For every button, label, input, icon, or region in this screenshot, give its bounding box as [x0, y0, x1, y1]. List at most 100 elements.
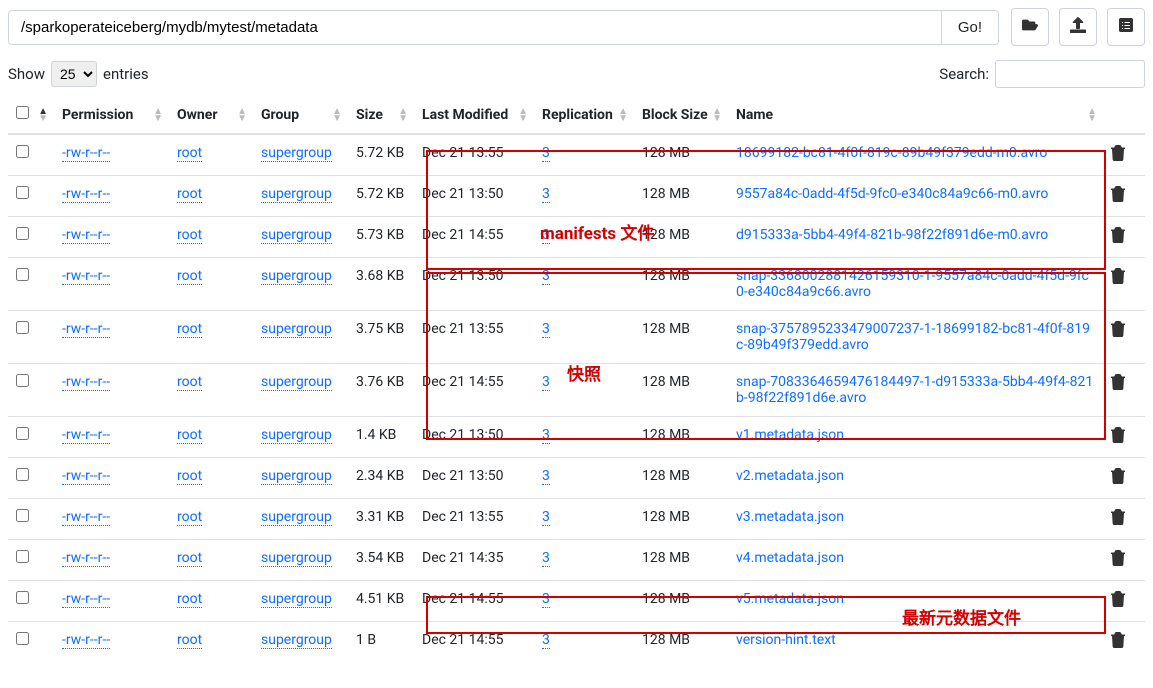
permission-link[interactable]: -rw-r--r-- — [62, 509, 110, 526]
owner-link[interactable]: root — [177, 321, 202, 338]
path-input[interactable] — [9, 11, 941, 44]
group-link[interactable]: supergroup — [261, 427, 332, 444]
replication-link[interactable]: 3 — [542, 227, 550, 244]
group-link[interactable]: supergroup — [261, 591, 332, 608]
row-checkbox[interactable] — [16, 268, 29, 281]
col-name[interactable]: Name▲▼ — [728, 96, 1103, 134]
owner-link[interactable]: root — [177, 374, 202, 391]
entries-select[interactable]: 25 — [51, 61, 97, 87]
row-checkbox[interactable] — [16, 186, 29, 199]
col-block-size[interactable]: Block Size▲▼ — [634, 96, 728, 134]
replication-link[interactable]: 3 — [542, 509, 550, 526]
replication-link[interactable]: 3 — [542, 186, 550, 203]
filename-link[interactable]: snap-7083364659476184497-1-d915333a-5bb4… — [736, 374, 1093, 406]
replication-link[interactable]: 3 — [542, 268, 550, 285]
permission-link[interactable]: -rw-r--r-- — [62, 227, 110, 244]
filename-link[interactable]: v5.metadata.json — [736, 591, 844, 607]
group-link[interactable]: supergroup — [261, 145, 332, 162]
owner-link[interactable]: root — [177, 186, 202, 203]
filename-link[interactable]: version-hint.text — [736, 632, 836, 648]
permission-link[interactable]: -rw-r--r-- — [62, 591, 110, 608]
col-last-modified[interactable]: Last Modified▲▼ — [414, 96, 534, 134]
col-permission[interactable]: Permission▲▼ — [54, 96, 169, 134]
replication-link[interactable]: 3 — [542, 591, 550, 608]
filename-link[interactable]: d915333a-5bb4-49f4-821b-98f22f891d6e-m0.… — [736, 227, 1048, 243]
row-checkbox[interactable] — [16, 427, 29, 440]
filename-link[interactable]: v2.metadata.json — [736, 468, 844, 484]
row-checkbox[interactable] — [16, 468, 29, 481]
permission-link[interactable]: -rw-r--r-- — [62, 427, 110, 444]
row-checkbox[interactable] — [16, 632, 29, 645]
row-checkbox[interactable] — [16, 550, 29, 563]
group-link[interactable]: supergroup — [261, 632, 332, 649]
owner-link[interactable]: root — [177, 550, 202, 567]
group-link[interactable]: supergroup — [261, 550, 332, 567]
replication-link[interactable]: 3 — [542, 374, 550, 391]
row-checkbox[interactable] — [16, 145, 29, 158]
search-input[interactable] — [995, 60, 1145, 88]
owner-link[interactable]: root — [177, 268, 202, 285]
group-link[interactable]: supergroup — [261, 468, 332, 485]
delete-button[interactable] — [1111, 595, 1125, 611]
go-button[interactable]: Go! — [941, 11, 998, 44]
owner-link[interactable]: root — [177, 227, 202, 244]
delete-button[interactable] — [1111, 325, 1125, 341]
filename-link[interactable]: v4.metadata.json — [736, 550, 844, 566]
replication-link[interactable]: 3 — [542, 632, 550, 649]
delete-button[interactable] — [1111, 513, 1125, 529]
permission-link[interactable]: -rw-r--r-- — [62, 374, 110, 391]
delete-button[interactable] — [1111, 272, 1125, 288]
permission-link[interactable]: -rw-r--r-- — [62, 145, 110, 162]
replication-link[interactable]: 3 — [542, 145, 550, 162]
row-checkbox[interactable] — [16, 321, 29, 334]
owner-link[interactable]: root — [177, 509, 202, 526]
permission-link[interactable]: -rw-r--r-- — [62, 550, 110, 567]
delete-button[interactable] — [1111, 554, 1125, 570]
owner-link[interactable]: root — [177, 591, 202, 608]
col-group[interactable]: Group▲▼ — [253, 96, 348, 134]
col-owner[interactable]: Owner▲▼ — [169, 96, 253, 134]
row-checkbox[interactable] — [16, 227, 29, 240]
owner-link[interactable]: root — [177, 145, 202, 162]
permission-link[interactable]: -rw-r--r-- — [62, 321, 110, 338]
group-link[interactable]: supergroup — [261, 374, 332, 391]
delete-button[interactable] — [1111, 231, 1125, 247]
upload-button[interactable] — [1059, 8, 1097, 46]
permission-link[interactable]: -rw-r--r-- — [62, 468, 110, 485]
owner-link[interactable]: root — [177, 468, 202, 485]
view-details-button[interactable] — [1107, 8, 1145, 46]
delete-button[interactable] — [1111, 472, 1125, 488]
delete-button[interactable] — [1111, 190, 1125, 206]
replication-link[interactable]: 3 — [542, 321, 550, 338]
filename-link[interactable]: 9557a84c-0add-4f5d-9fc0-e340c84a9c66-m0.… — [736, 186, 1048, 202]
filename-link[interactable]: snap-3368002881426159310-1-9557a84c-0add… — [736, 268, 1089, 300]
replication-link[interactable]: 3 — [542, 468, 550, 485]
delete-button[interactable] — [1111, 636, 1125, 652]
permission-link[interactable]: -rw-r--r-- — [62, 268, 110, 285]
col-replication[interactable]: Replication▲▼ — [534, 96, 634, 134]
owner-link[interactable]: root — [177, 427, 202, 444]
select-all-checkbox[interactable] — [16, 106, 29, 119]
row-checkbox[interactable] — [16, 591, 29, 604]
group-link[interactable]: supergroup — [261, 227, 332, 244]
group-link[interactable]: supergroup — [261, 186, 332, 203]
group-link[interactable]: supergroup — [261, 321, 332, 338]
col-size[interactable]: Size▲▼ — [348, 96, 414, 134]
replication-link[interactable]: 3 — [542, 550, 550, 567]
delete-button[interactable] — [1111, 431, 1125, 447]
filename-link[interactable]: snap-3757895233479007237-1-18699182-bc81… — [736, 321, 1090, 353]
permission-link[interactable]: -rw-r--r-- — [62, 186, 110, 203]
filename-link[interactable]: v1.metadata.json — [736, 427, 844, 443]
open-folder-button[interactable] — [1011, 8, 1049, 46]
filename-link[interactable]: 18699182-bc81-4f0f-819c-89b49f379edd-m0.… — [736, 145, 1047, 161]
delete-button[interactable] — [1111, 149, 1125, 165]
replication-link[interactable]: 3 — [542, 427, 550, 444]
permission-link[interactable]: -rw-r--r-- — [62, 632, 110, 649]
group-link[interactable]: supergroup — [261, 268, 332, 285]
row-checkbox[interactable] — [16, 509, 29, 522]
owner-link[interactable]: root — [177, 632, 202, 649]
row-checkbox[interactable] — [16, 374, 29, 387]
group-link[interactable]: supergroup — [261, 509, 332, 526]
col-select[interactable]: ▲▼ — [8, 96, 54, 134]
delete-button[interactable] — [1111, 378, 1125, 394]
